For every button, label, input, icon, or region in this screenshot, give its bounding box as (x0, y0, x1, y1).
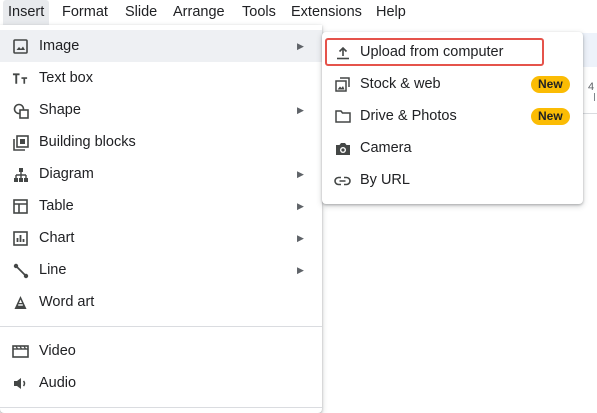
menu-item-diagram[interactable]: Diagram ▶ (0, 158, 322, 190)
stock-image-icon (334, 76, 351, 93)
submenu-arrow-icon: ▶ (297, 41, 304, 51)
menu-tools[interactable]: Tools (237, 0, 281, 25)
menu-item-building-blocks[interactable]: Building blocks (0, 126, 322, 158)
menu-item-label: Audio (39, 375, 77, 391)
submenu-item-by-url[interactable]: By URL (322, 164, 583, 196)
menu-format[interactable]: Format (57, 0, 113, 25)
menu-item-shape[interactable]: Shape ▶ (0, 94, 322, 126)
submenu-arrow-icon: ▶ (297, 233, 304, 243)
menu-item-label: Image (39, 38, 80, 54)
upload-icon (334, 44, 351, 61)
menu-bar: Insert Format Slide Arrange Tools Extens… (0, 0, 597, 25)
menu-item-label: Chart (39, 230, 75, 246)
word-art-icon (12, 294, 29, 311)
menu-item-table[interactable]: Table ▶ (0, 190, 322, 222)
submenu-item-drive-photos[interactable]: Drive & Photos New (322, 100, 583, 132)
building-blocks-icon (12, 134, 29, 151)
submenu-arrow-icon: ▶ (297, 201, 304, 211)
folder-icon (334, 108, 351, 125)
menu-item-chart[interactable]: Chart ▶ (0, 222, 322, 254)
submenu-arrow-icon: ▶ (297, 265, 304, 275)
menu-item-label: Text box (39, 70, 93, 86)
submenu-item-upload-from-computer[interactable]: Upload from computer (322, 36, 583, 68)
ruler-tick: 4 (588, 81, 595, 93)
submenu-item-label: Drive & Photos (360, 108, 457, 124)
menu-item-line[interactable]: Line ▶ (0, 254, 322, 286)
menu-help[interactable]: Help (371, 0, 411, 25)
submenu-item-camera[interactable]: Camera (322, 132, 583, 164)
submenu-item-label: Stock & web (360, 76, 441, 92)
text-box-icon (12, 70, 29, 87)
video-icon (12, 343, 29, 360)
ruler-mark (594, 93, 595, 101)
camera-icon (334, 140, 351, 157)
image-icon (12, 38, 29, 55)
menu-divider (0, 326, 322, 327)
new-badge: New (531, 76, 570, 93)
submenu-item-label: By URL (360, 172, 410, 188)
menu-item-label: Table (39, 198, 74, 214)
submenu-arrow-icon: ▶ (297, 169, 304, 179)
menu-item-audio[interactable]: Audio (0, 367, 322, 399)
menu-item-label: Diagram (39, 166, 94, 182)
menu-insert[interactable]: Insert (3, 0, 50, 25)
table-icon (12, 198, 29, 215)
link-icon (334, 172, 351, 189)
audio-icon (12, 375, 29, 392)
menu-item-label: Word art (39, 294, 95, 310)
menu-item-image[interactable]: Image ▶ (0, 30, 322, 62)
image-submenu: Upload from computer Stock & web New Dri… (322, 32, 583, 204)
insert-menu: Image ▶ Text box Shape ▶ Building blocks… (0, 25, 322, 413)
submenu-item-stock-web[interactable]: Stock & web New (322, 68, 583, 100)
menu-item-text-box[interactable]: Text box (0, 62, 322, 94)
menu-slide[interactable]: Slide (120, 0, 162, 25)
submenu-arrow-icon: ▶ (297, 105, 304, 115)
submenu-item-label: Camera (360, 140, 412, 156)
menu-item-label: Building blocks (39, 134, 136, 150)
menu-item-label: Line (39, 262, 67, 278)
menu-divider (0, 407, 322, 408)
menu-item-video[interactable]: Video (0, 335, 322, 367)
menu-item-word-art[interactable]: Word art (0, 286, 322, 318)
diagram-icon (12, 166, 29, 183)
menu-arrange[interactable]: Arrange (168, 0, 230, 25)
menu-item-label: Shape (39, 102, 81, 118)
menu-extensions[interactable]: Extensions (286, 0, 367, 25)
new-badge: New (531, 108, 570, 125)
shape-icon (12, 102, 29, 119)
menu-item-label: Video (39, 343, 76, 359)
chart-icon (12, 230, 29, 247)
submenu-item-label: Upload from computer (360, 44, 504, 60)
line-icon (12, 262, 29, 279)
